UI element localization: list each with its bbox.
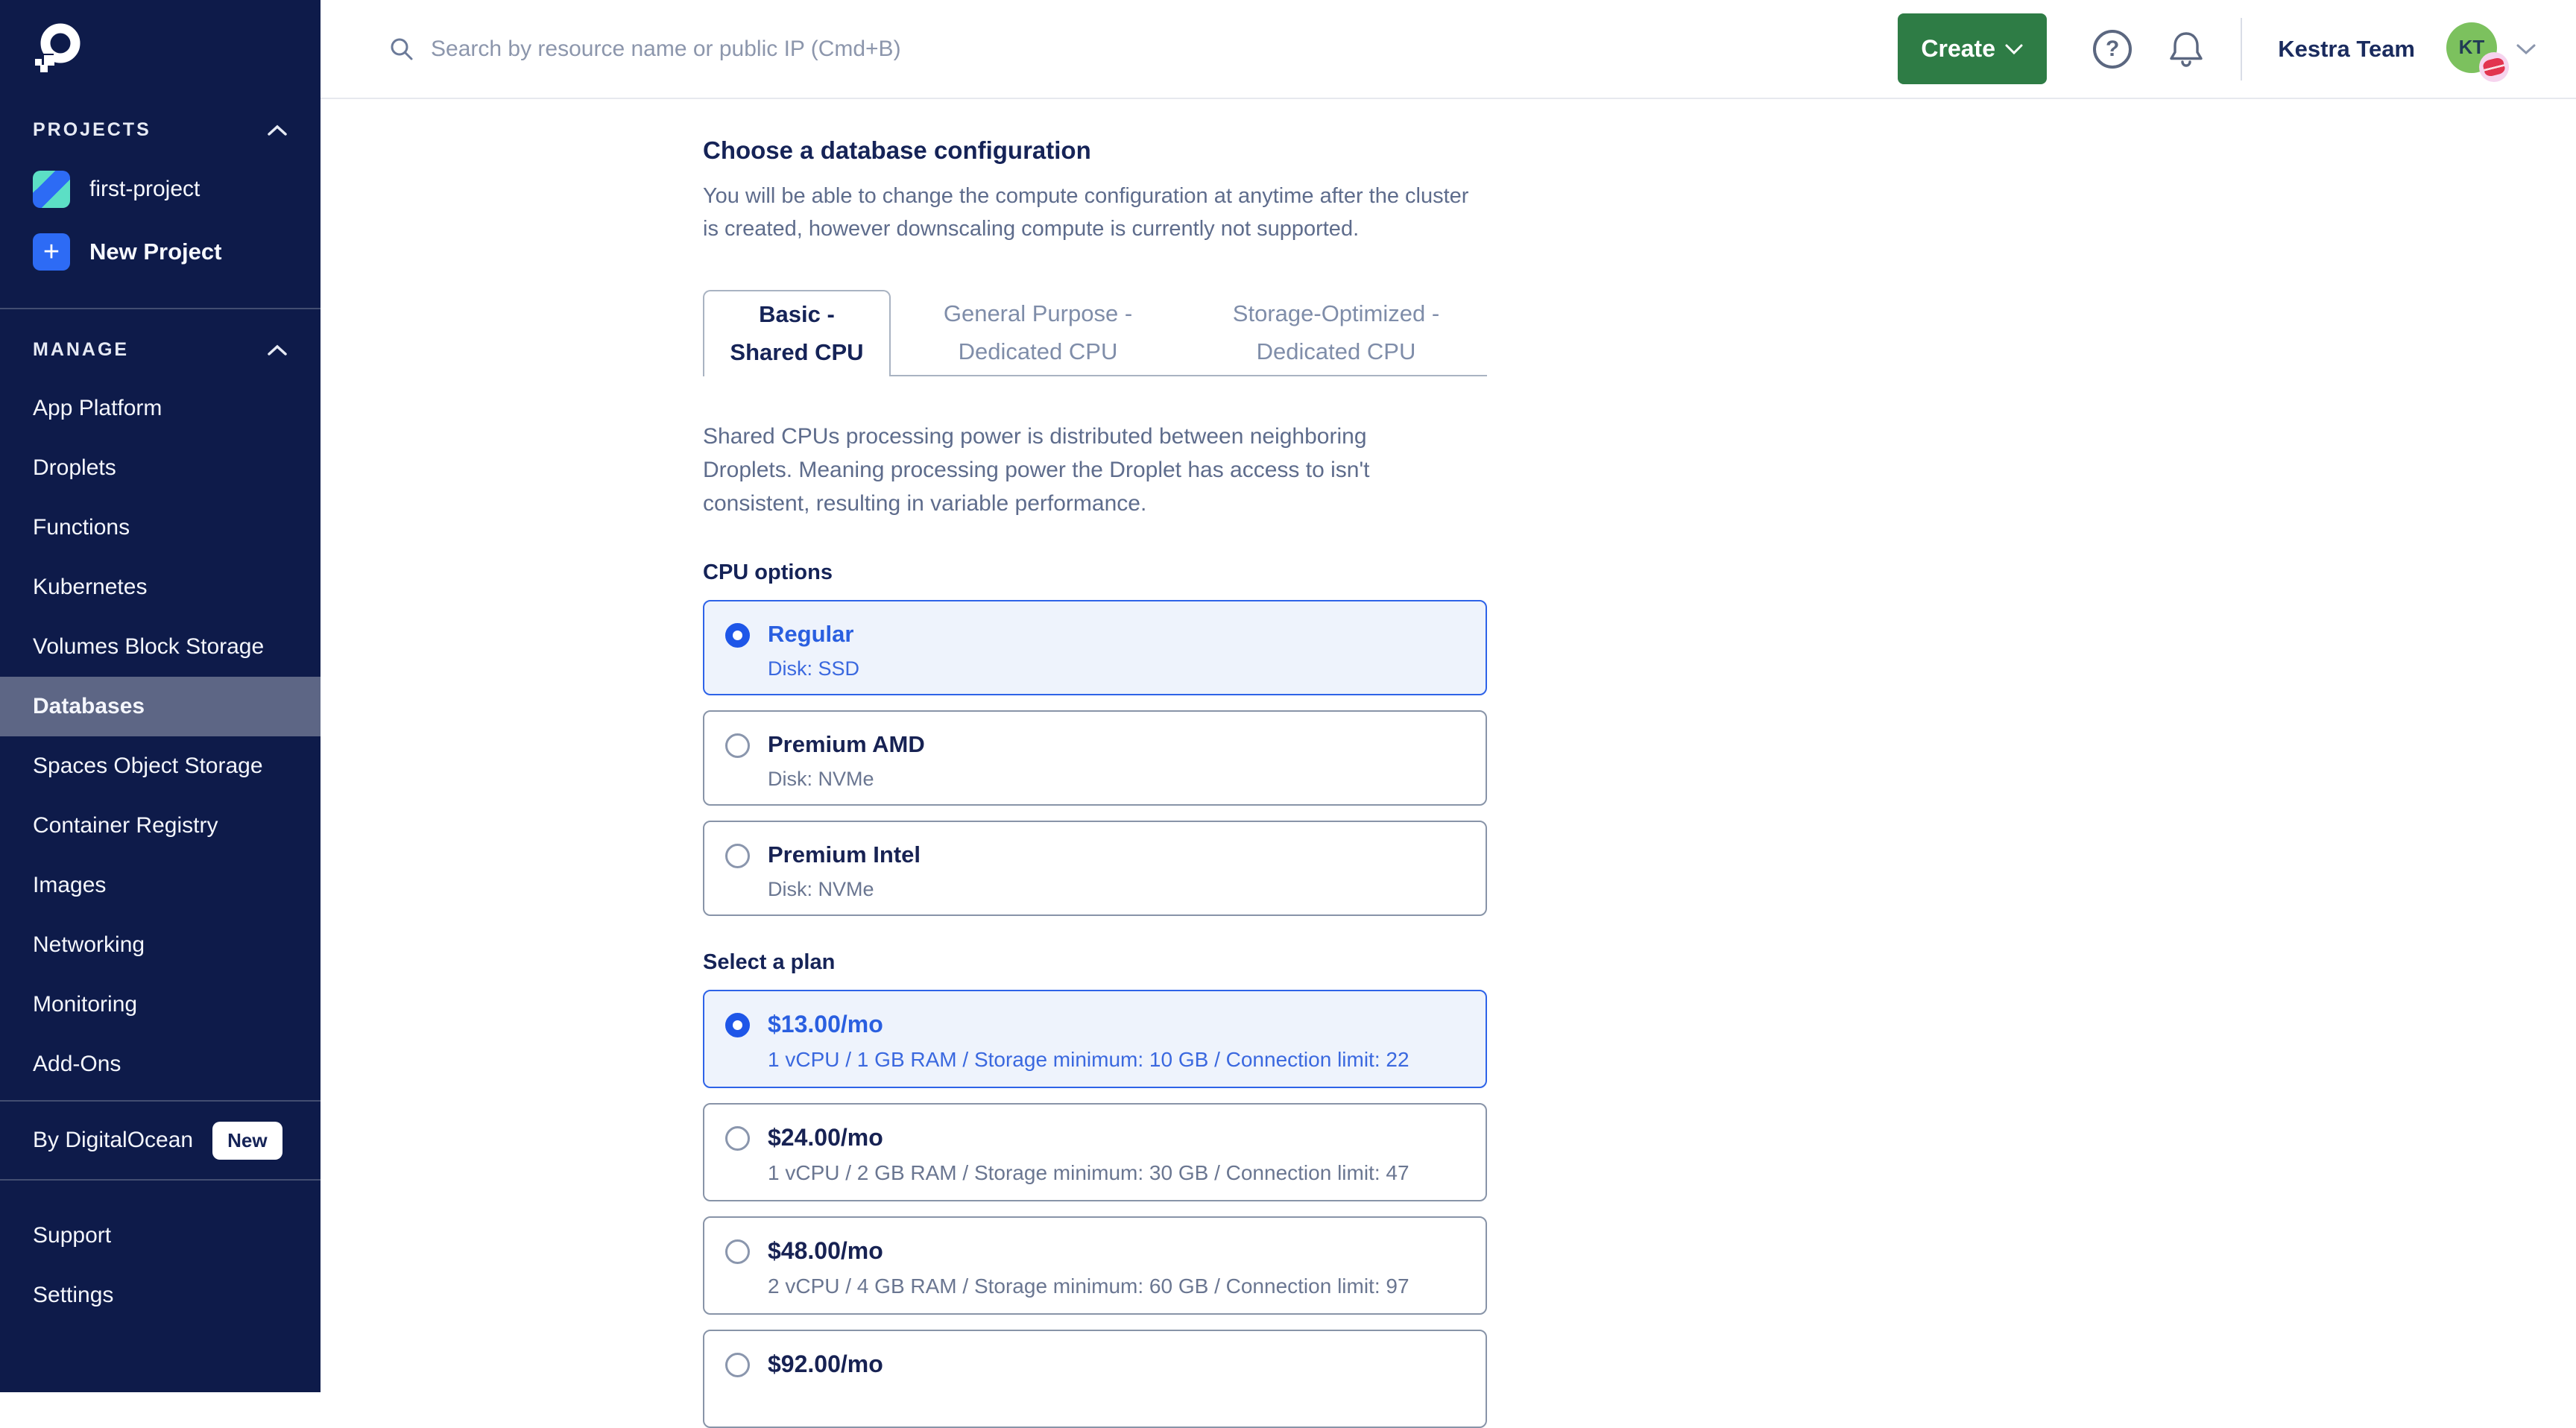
cpu-option-premium-amd[interactable]: Premium AMD Disk: NVMe (703, 710, 1487, 806)
plan-price: $48.00/mo (768, 1237, 1409, 1265)
sidebar-section-projects[interactable]: PROJECTS (33, 119, 288, 141)
plan-price: $13.00/mo (768, 1011, 1409, 1038)
tab-description: Shared CPUs processing power is distribu… (703, 420, 1407, 520)
sidebar-item-app-platform[interactable]: App Platform (0, 379, 321, 438)
plan-price: $24.00/mo (768, 1124, 1409, 1151)
project-name-label: first-project (89, 177, 200, 202)
plan-specs: 2 vCPU / 4 GB RAM / Storage minimum: 60 … (768, 1274, 1409, 1298)
avatar-status-badge-icon (2479, 52, 2509, 82)
tab-label-line: Basic - (759, 298, 835, 332)
sidebar-item-kubernetes[interactable]: Kubernetes (0, 557, 321, 617)
spacer (0, 1181, 321, 1206)
account-menu-chevron-down-icon[interactable] (2515, 42, 2537, 56)
page-title: Choose a database configuration (703, 136, 1487, 165)
plan-specs: 1 vCPU / 2 GB RAM / Storage minimum: 30 … (768, 1161, 1409, 1185)
radio-unselected[interactable] (725, 1126, 750, 1151)
plan-option-48[interactable]: $48.00/mo 2 vCPU / 4 GB RAM / Storage mi… (703, 1216, 1487, 1315)
cpu-option-regular[interactable]: Regular Disk: SSD (703, 600, 1487, 695)
create-button-label: Create (1921, 35, 1995, 63)
database-config-section: Choose a database configuration You will… (321, 99, 1487, 1428)
tab-general-purpose-dedicated-cpu[interactable]: General Purpose - Dedicated CPU (891, 290, 1185, 376)
configuration-tabs: Basic - Shared CPU General Purpose - Ded… (703, 290, 1487, 376)
by-digitalocean-row[interactable]: By DigitalOcean New (0, 1102, 321, 1179)
sidebar-item-add-ons[interactable]: Add-Ons (0, 1034, 321, 1094)
plan-price: $92.00/mo (768, 1350, 883, 1378)
create-button[interactable]: Create (1898, 13, 2047, 84)
sidebar-item-volumes-block-storage[interactable]: Volumes Block Storage (0, 617, 321, 677)
cpu-option-subtitle: Disk: NVMe (768, 768, 925, 791)
tab-basic-shared-cpu[interactable]: Basic - Shared CPU (703, 290, 891, 376)
sidebar-item-settings[interactable]: Settings (0, 1266, 321, 1325)
select-plan-label: Select a plan (703, 950, 1487, 975)
chevron-up-icon (267, 344, 288, 356)
radio-unselected[interactable] (725, 1239, 750, 1264)
tab-storage-optimized-dedicated-cpu[interactable]: Storage-Optimized - Dedicated CPU (1185, 290, 1487, 376)
sidebar-item-networking[interactable]: Networking (0, 915, 321, 975)
projects-header-label: PROJECTS (33, 119, 151, 141)
help-icon[interactable]: ? (2093, 30, 2132, 69)
new-badge: New (212, 1122, 282, 1160)
sidebar-item-droplets[interactable]: Droplets (0, 438, 321, 498)
cpu-option-subtitle: Disk: NVMe (768, 878, 921, 901)
cpu-options-label: CPU options (703, 560, 1487, 585)
search-input[interactable] (431, 37, 1251, 62)
chevron-down-icon (2004, 43, 2024, 55)
radio-selected[interactable] (725, 1013, 750, 1037)
sidebar: PROJECTS first-project + New Project MAN… (0, 0, 321, 1392)
search-icon (389, 37, 414, 62)
radio-unselected[interactable] (725, 1353, 750, 1377)
radio-unselected[interactable] (725, 733, 750, 758)
chevron-up-icon (267, 124, 288, 136)
team-name-label: Kestra Team (2278, 36, 2415, 63)
top-bar: Create ? Kestra Team KT (321, 0, 2576, 99)
sidebar-section-manage[interactable]: MANAGE (33, 339, 288, 361)
cpu-option-title: Regular (768, 621, 859, 648)
sidebar-item-first-project[interactable]: first-project (33, 171, 321, 208)
tab-label-line: Storage-Optimized - (1233, 297, 1439, 331)
tab-label-line: Dedicated CPU (1257, 335, 1416, 369)
sidebar-item-container-registry[interactable]: Container Registry (0, 796, 321, 856)
digitalocean-logo-icon[interactable] (33, 22, 82, 82)
sidebar-item-monitoring[interactable]: Monitoring (0, 975, 321, 1034)
main-area: Create ? Kestra Team KT Choose a databas… (321, 0, 2576, 1392)
plan-option-92[interactable]: $92.00/mo (703, 1330, 1487, 1428)
manage-nav-list: App Platform Droplets Functions Kubernet… (0, 379, 321, 1094)
sidebar-item-functions[interactable]: Functions (0, 498, 321, 557)
cpu-option-subtitle: Disk: SSD (768, 657, 859, 680)
cpu-option-premium-intel[interactable]: Premium Intel Disk: NVMe (703, 821, 1487, 916)
plan-option-24[interactable]: $24.00/mo 1 vCPU / 2 GB RAM / Storage mi… (703, 1103, 1487, 1201)
notifications-bell-icon[interactable] (2168, 29, 2205, 69)
header-divider (2241, 18, 2242, 80)
radio-selected[interactable] (725, 623, 750, 648)
sidebar-item-support[interactable]: Support (0, 1206, 321, 1266)
plan-option-13[interactable]: $13.00/mo 1 vCPU / 1 GB RAM / Storage mi… (703, 990, 1487, 1088)
by-digitalocean-label: By DigitalOcean (33, 1128, 193, 1153)
tab-label-line: Shared CPU (730, 336, 863, 370)
tab-label-line: General Purpose - (944, 297, 1132, 331)
sidebar-item-spaces-object-storage[interactable]: Spaces Object Storage (0, 736, 321, 796)
manage-header-label: MANAGE (33, 339, 129, 361)
cpu-option-title: Premium AMD (768, 731, 925, 758)
plus-icon: + (33, 233, 70, 271)
search-bar (321, 37, 1898, 62)
sidebar-item-databases[interactable]: Databases (0, 677, 321, 736)
plan-specs: 1 vCPU / 1 GB RAM / Storage minimum: 10 … (768, 1048, 1409, 1072)
radio-unselected[interactable] (725, 844, 750, 868)
tab-label-line: Dedicated CPU (959, 335, 1118, 369)
new-project-button[interactable]: + New Project (33, 233, 321, 271)
sidebar-divider (0, 308, 321, 309)
project-icon (33, 171, 70, 208)
cpu-option-title: Premium Intel (768, 841, 921, 868)
sidebar-item-images[interactable]: Images (0, 856, 321, 915)
account-avatar[interactable]: KT (2446, 22, 2500, 76)
page-subtitle: You will be able to change the compute c… (703, 180, 1487, 245)
new-project-label: New Project (89, 238, 221, 265)
